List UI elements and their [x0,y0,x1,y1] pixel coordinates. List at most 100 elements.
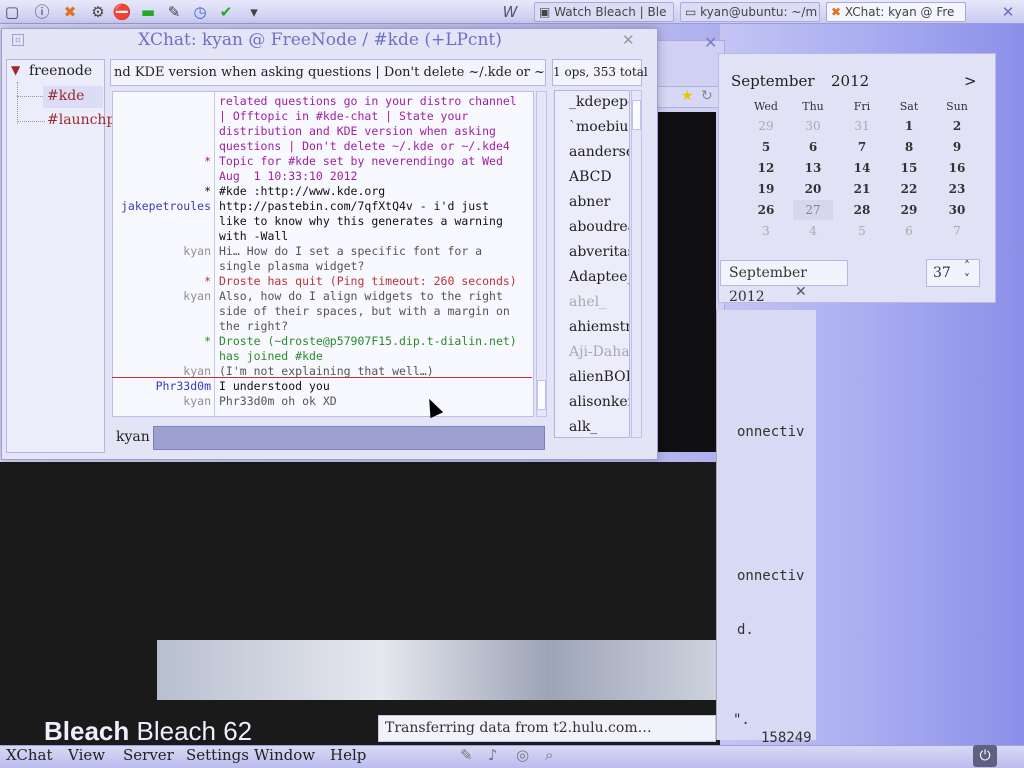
message-input[interactable] [153,426,545,450]
user-list-item[interactable]: alk_ [569,419,597,435]
menu-settings[interactable]: Settings [186,746,249,764]
calendar-day[interactable]: 28 [842,200,882,220]
user-list-item[interactable]: Adaptee_ [569,269,629,285]
userlist-scrollbar-thumb[interactable] [632,100,641,130]
chat-nick[interactable]: * [113,334,211,348]
close-panel-icon[interactable]: ✕ [998,2,1018,22]
chat-nick[interactable]: kyan [113,394,211,408]
calendar-day[interactable]: 6 [793,137,833,157]
calendar-day[interactable]: 16 [937,158,977,178]
menu-window[interactable]: Window [254,746,315,764]
close-icon[interactable]: ✕ [622,31,635,49]
calendar-day[interactable]: 29 [746,116,786,136]
close-icon[interactable]: ✕ [795,284,807,300]
check-icon[interactable]: ✔ [216,2,236,22]
chat-log[interactable]: related questions go in your distro chan… [112,91,534,417]
tool-icon[interactable]: ✎ [164,2,184,22]
calendar-day[interactable]: 14 [842,158,882,178]
menu-help[interactable]: Help [330,746,366,764]
monitor-icon[interactable]: ▬ [138,2,158,22]
chat-nick[interactable]: * [113,274,211,288]
calendar-day[interactable]: 30 [937,200,977,220]
calendar-day[interactable]: 4 [793,221,833,241]
user-list-item[interactable]: aboudreau [569,219,629,235]
tree-channel-launchpad[interactable]: #launchp [47,112,115,128]
wikipedia-icon[interactable]: W [500,2,520,22]
calendar-day[interactable]: 6 [889,221,929,241]
pen-icon[interactable]: ✎ [460,746,473,764]
chevron-up-icon[interactable]: ˄ [964,259,970,273]
calendar-day[interactable]: 23 [937,179,977,199]
dropdown-arrow-icon[interactable]: ▾ [244,2,264,22]
settings-icon[interactable]: ⚙ [88,2,108,22]
calendar-day[interactable]: 13 [793,158,833,178]
calendar-year[interactable]: 2012 [831,72,869,90]
user-list-item[interactable]: alienBOB [569,369,629,385]
chat-nick[interactable]: Phr33d0m [113,379,211,393]
task-terminal[interactable]: ▭ kyan@ubuntu: ~/m [680,2,820,22]
user-list-item[interactable]: abveritas [569,244,629,260]
tree-channel-kde[interactable]: #kde [47,88,84,104]
calendar-day[interactable]: 12 [746,158,786,178]
chat-nick[interactable]: kyan [113,289,211,303]
menu-view[interactable]: View [68,746,105,764]
calendar-day[interactable]: 5 [746,137,786,157]
calendar-next-button[interactable]: > [964,72,977,90]
window-menu-icon[interactable]: ▫ [12,34,24,46]
stop-icon[interactable]: ⛔ [112,2,132,22]
calendar-day[interactable]: 3 [746,221,786,241]
xchat-launcher-icon[interactable]: ✖ [60,2,80,22]
calendar-day[interactable]: 29 [889,200,929,220]
topic-bar[interactable]: nd KDE version when asking questions | D… [110,59,546,86]
task-watch-bleach[interactable]: ▣ Watch Bleach | Ble [534,2,674,22]
calendar-day[interactable]: 15 [889,158,929,178]
calendar-day[interactable]: 7 [937,221,977,241]
user-list-item[interactable]: alisonken1 [569,394,629,410]
calendar-day[interactable]: 26 [746,200,786,220]
calendar-day[interactable]: 21 [842,179,882,199]
reload-icon[interactable]: ↻ [701,88,713,104]
power-icon[interactable]: ⏻ [973,745,997,767]
chat-nick[interactable]: kyan [113,364,211,378]
menu-server[interactable]: Server [123,746,174,764]
calendar-day[interactable]: 1 [889,116,929,136]
calendar-day[interactable]: 31 [842,116,882,136]
chat-nick[interactable]: jakepetroules [113,199,211,213]
dvd-icon[interactable]: ◎ [516,746,529,764]
user-list-item[interactable]: abner [569,194,610,210]
calendar-day[interactable]: 20 [793,179,833,199]
user-list-item[interactable]: ABCD [569,169,612,185]
calendar-day[interactable]: 9 [937,137,977,157]
user-list[interactable]: _kdepepo `moebius` aanderse ABCD abner aboudr… [554,90,630,438]
user-list-item[interactable]: ahiemstra [569,319,629,335]
nick-button[interactable]: kyan [116,429,150,445]
calendar-day[interactable]: 7 [842,137,882,157]
tree-server-freenode[interactable]: freenode [29,63,92,79]
music-icon[interactable]: ♪ [488,746,498,764]
calendar-day[interactable]: 30 [793,116,833,136]
userlist-scrollbar[interactable] [631,90,642,438]
calendar-day[interactable]: 19 [746,179,786,199]
task-xchat[interactable]: ✖ XChat: kyan @ Fre [826,2,966,22]
chat-scrollbar-thumb[interactable] [537,380,546,410]
info-icon[interactable]: ⓘ [32,2,52,22]
user-list-item[interactable]: ahel_ [569,294,606,310]
menu-xchat[interactable]: XChat [6,746,53,764]
calendar-day[interactable]: 2 [937,116,977,136]
calendar-day[interactable]: 5 [842,221,882,241]
chat-nick[interactable]: * [113,184,211,198]
chat-scrollbar[interactable] [536,91,547,417]
calendar-date-field[interactable]: September 2012 [720,260,848,305]
star-icon[interactable]: ★ [681,88,694,104]
close-icon[interactable]: ✕ [704,33,717,52]
clock-icon[interactable]: ◷ [190,2,210,22]
user-list-item[interactable]: `moebius` [569,119,629,135]
window-list-icon[interactable]: ▢ [2,2,22,22]
search-icon[interactable]: ⌕ [545,746,553,764]
calendar-month[interactable]: September [731,72,815,90]
calendar-day[interactable]: 27 [793,200,833,220]
calendar-day[interactable]: 22 [889,179,929,199]
user-list-item[interactable]: Aji-Dahal [569,344,629,360]
user-list-item[interactable]: aanderse [569,144,629,160]
calendar-day[interactable]: 8 [889,137,929,157]
